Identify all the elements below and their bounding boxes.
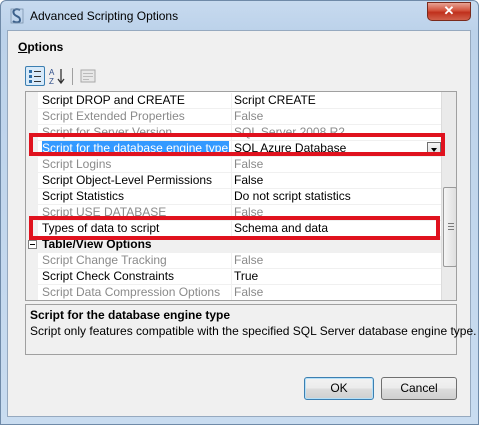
property-row[interactable]: Script Statistics Do not script statisti… (38, 189, 441, 205)
property-pages-icon (80, 69, 96, 83)
property-name: Script Statistics (42, 189, 125, 203)
collapse-icon[interactable] (28, 240, 37, 249)
property-value[interactable]: True (234, 269, 439, 284)
alphabetical-button[interactable]: A Z (47, 66, 67, 86)
svg-text:A: A (49, 68, 55, 77)
cancel-button[interactable]: Cancel (381, 377, 457, 400)
property-name: Script DROP and CREATE (42, 93, 185, 107)
property-row[interactable]: Script Data Compression Options False (38, 285, 441, 300)
description-panel: Script for the database engine type Scri… (25, 304, 476, 355)
scroll-thumb[interactable] (443, 187, 456, 267)
property-value[interactable]: False (234, 157, 439, 172)
property-row[interactable]: Script DROP and CREATE Script CREATE (38, 93, 441, 109)
property-pages-button[interactable] (78, 66, 98, 86)
property-name: Script Change Tracking (42, 253, 167, 267)
property-value[interactable]: False (234, 173, 439, 188)
close-icon: ✕ (443, 3, 455, 18)
property-grid[interactable]: Script DROP and CREATE Script CREATE Scr… (25, 91, 457, 301)
categorized-button[interactable] (25, 66, 45, 86)
property-name: Script Object-Level Permissions (42, 173, 213, 187)
property-value[interactable]: False (234, 109, 439, 124)
property-row[interactable]: Script Object-Level Permissions False (38, 173, 441, 189)
close-button[interactable]: ✕ (427, 2, 471, 21)
property-value[interactable]: False (234, 285, 439, 300)
categorized-icon (29, 70, 41, 83)
property-row[interactable]: Script Logins False (38, 157, 441, 173)
property-value[interactable]: Script CREATE (234, 93, 439, 108)
property-name: Script Check Constraints (42, 269, 175, 283)
options-heading: Options (18, 40, 64, 54)
property-name: Script Data Compression Options (42, 285, 221, 299)
app-icon (10, 8, 24, 24)
toolbar-separator (72, 68, 73, 85)
property-row[interactable]: Script Check Constraints True (38, 269, 441, 285)
highlight-box-types-of-data (29, 216, 440, 240)
highlight-box-engine-type (29, 133, 445, 156)
grid-gutter (26, 92, 38, 300)
description-title: Script for the database engine type (30, 308, 231, 322)
property-name: Script Logins (42, 157, 112, 171)
property-value[interactable]: Do not script statistics (234, 189, 439, 204)
property-value[interactable]: False (234, 253, 439, 268)
title-bar[interactable]: Advanced Scripting Options ✕ (1, 1, 478, 31)
svg-text:Z: Z (49, 77, 54, 86)
property-name: Script Extended Properties (42, 109, 185, 123)
sort-az-icon: A Z (49, 68, 65, 86)
vertical-scrollbar[interactable] (441, 92, 456, 300)
ok-button[interactable]: OK (304, 377, 374, 400)
window-title: Advanced Scripting Options (30, 9, 179, 23)
description-text: Script only features compatible with the… (30, 324, 477, 338)
property-row[interactable]: Script Extended Properties False (38, 109, 441, 125)
property-row[interactable]: Script Change Tracking False (38, 253, 441, 269)
